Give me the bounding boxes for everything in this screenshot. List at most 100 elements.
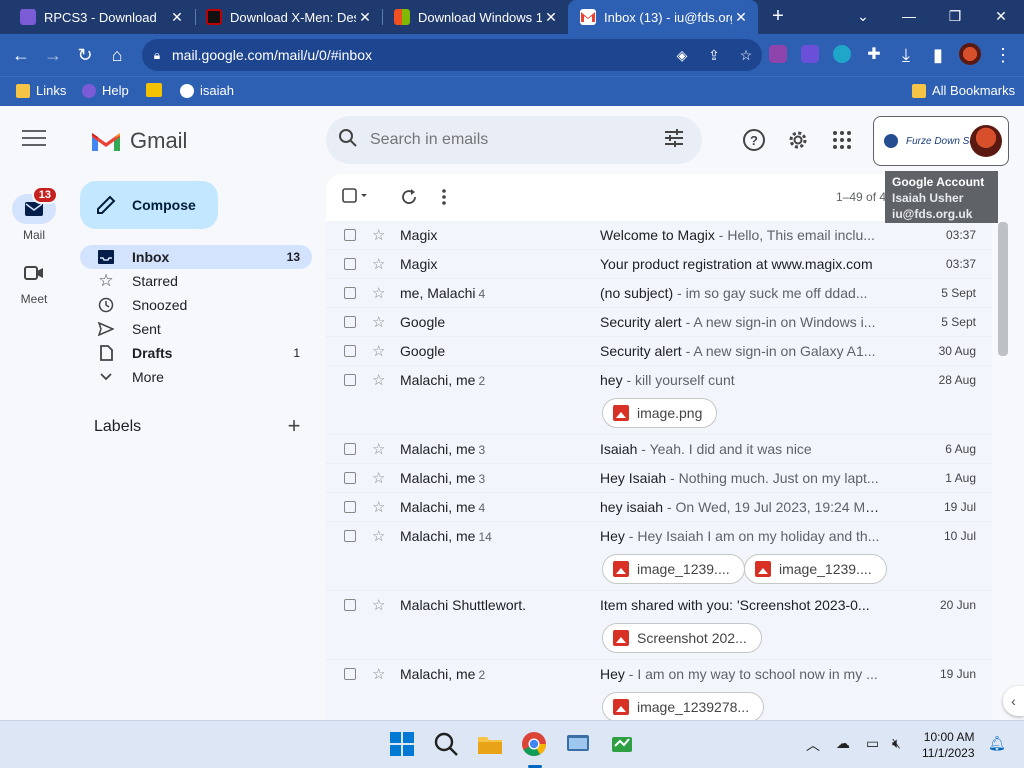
attachment-chip[interactable]: image_1239.... bbox=[744, 554, 887, 584]
all-bookmarks[interactable]: All Bookmarks bbox=[912, 83, 1015, 98]
row-checkbox[interactable] bbox=[344, 345, 356, 357]
notifications-bell-icon[interactable]: 🔔︎ bbox=[988, 735, 1006, 752]
email-row[interactable]: ☆ Google Security alert - A new sign-in … bbox=[326, 308, 992, 337]
close-window-button[interactable]: ✕ bbox=[978, 0, 1024, 34]
browser-tab-xmen[interactable]: Download X-Men: Dest ✕ bbox=[194, 0, 382, 34]
attachment-chip[interactable]: image_1239.... bbox=[602, 554, 745, 584]
system-clock[interactable]: 10:00 AM 11/1/2023 bbox=[922, 729, 975, 761]
network-icon[interactable]: ▭ bbox=[866, 735, 879, 752]
back-button[interactable]: ← bbox=[8, 42, 34, 68]
help-icon[interactable]: ? bbox=[742, 128, 766, 152]
row-checkbox[interactable] bbox=[344, 501, 356, 513]
extension-nw-icon[interactable] bbox=[801, 45, 819, 63]
bookmark-yellow[interactable] bbox=[146, 83, 162, 97]
nav-sent[interactable]: Sent bbox=[80, 317, 312, 341]
nav-starred[interactable]: ☆ Starred bbox=[80, 269, 312, 293]
search-icon[interactable] bbox=[433, 731, 461, 759]
main-menu-icon[interactable] bbox=[22, 130, 46, 150]
row-checkbox[interactable] bbox=[344, 316, 356, 328]
email-row[interactable]: ☆ Magix Welcome to Magix - Hello, This e… bbox=[326, 221, 992, 250]
star-icon[interactable]: ☆ bbox=[372, 527, 385, 545]
search-input[interactable] bbox=[370, 131, 646, 149]
row-checkbox[interactable] bbox=[344, 374, 356, 386]
site-info-icon[interactable]: 🔒︎ bbox=[142, 48, 172, 63]
browser-menu-icon[interactable]: ⋮ bbox=[990, 42, 1016, 68]
nav-drafts[interactable]: Drafts 1 bbox=[80, 341, 312, 365]
bookmark-help[interactable]: Help bbox=[82, 83, 129, 98]
cloud-icon[interactable]: ☁ bbox=[836, 735, 850, 752]
rail-mail[interactable]: 13 Mail bbox=[10, 186, 58, 242]
star-icon[interactable]: ☆ bbox=[372, 498, 385, 516]
email-row[interactable]: ☆ Magix Your product registration at www… bbox=[326, 250, 992, 279]
scrollbar-thumb[interactable] bbox=[998, 222, 1008, 356]
windows-start-icon[interactable] bbox=[389, 731, 417, 759]
email-row[interactable]: ☆ Malachi, me 4 hey isaiah - On Wed, 19 J… bbox=[326, 493, 992, 522]
bookmark-star-icon[interactable]: ☆ bbox=[730, 47, 762, 64]
compose-button[interactable]: Compose bbox=[80, 181, 218, 229]
row-checkbox[interactable] bbox=[344, 443, 356, 455]
star-icon[interactable]: ☆ bbox=[372, 596, 385, 614]
browser-tab-windows11[interactable]: Download Windows 11 ✕ bbox=[382, 0, 568, 34]
downloads-icon[interactable]: ⤓ bbox=[893, 42, 919, 68]
more-options-icon[interactable] bbox=[440, 188, 448, 208]
new-tab-button[interactable]: + bbox=[766, 4, 790, 28]
settings-gear-icon[interactable] bbox=[786, 128, 810, 152]
close-tab-icon[interactable]: ✕ bbox=[168, 9, 186, 26]
apps-grid-icon[interactable] bbox=[830, 128, 854, 152]
browser-tab-rpcs3[interactable]: RPCS3 - Download ✕ bbox=[0, 0, 194, 34]
bookmark-links[interactable]: Links bbox=[16, 83, 66, 98]
nav-inbox[interactable]: Inbox 13 bbox=[80, 245, 312, 269]
search-options-icon[interactable] bbox=[646, 128, 702, 152]
row-checkbox[interactable] bbox=[344, 472, 356, 484]
browser-tab-inbox[interactable]: Inbox (13) - iu@fds.org ✕ bbox=[568, 0, 758, 34]
star-icon[interactable]: ☆ bbox=[372, 313, 385, 331]
install-app-icon[interactable]: ◈ bbox=[666, 47, 698, 64]
search-icon[interactable] bbox=[326, 128, 370, 153]
row-checkbox[interactable] bbox=[344, 668, 356, 680]
profile-avatar-icon[interactable] bbox=[959, 43, 981, 65]
email-row[interactable]: ☆ Malachi, me 2 Hey - I am on my way to s… bbox=[326, 660, 992, 720]
star-icon[interactable]: ☆ bbox=[372, 255, 385, 273]
bookmark-isaiah[interactable]: isaiah bbox=[180, 83, 234, 98]
star-icon[interactable]: ☆ bbox=[372, 469, 385, 487]
email-row[interactable]: ☆ Malachi, me 14 Hey - Hey Isaiah I am on… bbox=[326, 522, 992, 591]
side-panel-toggle-icon[interactable]: ‹ bbox=[1003, 686, 1024, 716]
email-row[interactable]: ☆ me, Malachi 4 (no subject) - im so gay … bbox=[326, 279, 992, 308]
extension-purple-icon[interactable] bbox=[769, 45, 787, 63]
row-checkbox[interactable] bbox=[344, 599, 356, 611]
green-app-icon[interactable] bbox=[609, 731, 637, 759]
add-label-icon[interactable]: + bbox=[284, 415, 304, 437]
home-button[interactable]: ⌂ bbox=[104, 42, 130, 68]
extension-circle-icon[interactable] bbox=[833, 45, 851, 63]
select-all-checkbox[interactable] bbox=[342, 188, 367, 208]
row-checkbox[interactable] bbox=[344, 287, 356, 299]
tab-search-icon[interactable]: ⌄ bbox=[840, 0, 886, 34]
row-checkbox[interactable] bbox=[344, 530, 356, 542]
email-row[interactable]: ☆ Malachi, me 3 Hey Isaiah - Nothing much… bbox=[326, 464, 992, 493]
star-icon[interactable]: ☆ bbox=[372, 342, 385, 360]
star-icon[interactable]: ☆ bbox=[372, 371, 385, 389]
extensions-puzzle-icon[interactable]: ✚ bbox=[861, 42, 887, 68]
star-icon[interactable]: ☆ bbox=[372, 665, 385, 683]
side-panel-icon[interactable]: ▮ bbox=[925, 42, 951, 68]
close-tab-icon[interactable]: ✕ bbox=[356, 9, 374, 26]
close-tab-icon[interactable]: ✕ bbox=[542, 9, 560, 26]
star-icon[interactable]: ☆ bbox=[372, 440, 385, 458]
refresh-icon[interactable] bbox=[400, 188, 420, 208]
star-icon[interactable]: ☆ bbox=[372, 284, 385, 302]
share-icon[interactable]: ⇪ bbox=[698, 47, 730, 64]
email-row[interactable]: ☆ Malachi, me 2 hey - kill yourself cunt … bbox=[326, 366, 992, 435]
attachment-chip[interactable]: image_1239278... bbox=[602, 692, 765, 720]
minimize-button[interactable]: — bbox=[886, 0, 932, 34]
row-checkbox[interactable] bbox=[344, 258, 356, 270]
reload-button[interactable]: ↻ bbox=[72, 42, 98, 68]
email-row[interactable]: ☆ Malachi, me 3 Isaiah - Yeah. I did and … bbox=[326, 435, 992, 464]
address-bar[interactable]: 🔒︎ mail.google.com/mail/u/0/#inbox ◈ ⇪ ☆ bbox=[142, 39, 762, 71]
file-explorer-icon[interactable] bbox=[477, 731, 505, 759]
email-row[interactable]: ☆ Google Security alert - A new sign-in … bbox=[326, 337, 992, 366]
attachment-chip[interactable]: Screenshot 202... bbox=[602, 623, 762, 653]
volume-muted-icon[interactable]: 🔇︎ bbox=[892, 735, 901, 752]
row-checkbox[interactable] bbox=[344, 229, 356, 241]
nav-more[interactable]: More bbox=[80, 365, 312, 389]
star-icon[interactable]: ☆ bbox=[372, 226, 385, 244]
